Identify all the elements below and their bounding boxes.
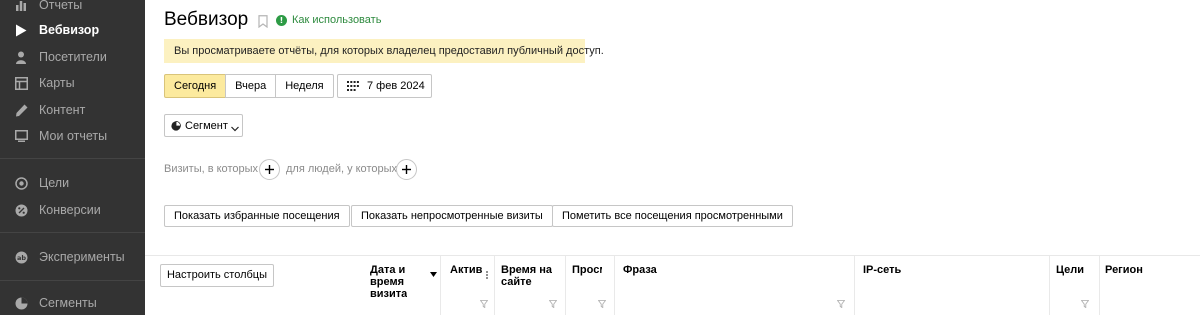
segment-label: Сегмент	[185, 119, 228, 132]
person-icon	[14, 50, 28, 64]
sidebar-divider	[0, 232, 145, 233]
period-week-button[interactable]: Неделя	[275, 74, 334, 98]
sidebar-item-webvisor[interactable]: Вебвизор	[0, 18, 145, 42]
column-header-label: IP-сеть	[863, 264, 902, 276]
sidebar-item-content[interactable]: Контент	[0, 98, 145, 122]
sidebar-item-experiments[interactable]: ab Эксперименты	[0, 245, 145, 269]
column-header-label: Цели	[1056, 264, 1085, 276]
mark-all-viewed-button[interactable]: Пометить все посещения просмотренными	[552, 205, 793, 227]
play-icon	[14, 23, 28, 37]
filter-icon[interactable]	[479, 295, 489, 309]
sidebar-item-label: Отчеты	[39, 0, 83, 12]
sidebar-item-segments[interactable]: Сегменты	[0, 291, 145, 315]
segment-dropdown[interactable]: Сегмент	[164, 114, 243, 137]
pencil-icon	[14, 103, 28, 117]
filter-icon[interactable]	[597, 295, 607, 309]
add-people-condition-button[interactable]	[396, 159, 417, 180]
sidebar-item-label: Цели	[39, 176, 70, 190]
period-selector: Сегодня Вчера Неделя	[164, 74, 334, 98]
help-link[interactable]: ! Как использовать	[276, 14, 381, 26]
monitor-icon	[14, 129, 28, 143]
conversion-icon	[14, 203, 28, 217]
column-header-line: сайте	[501, 276, 532, 288]
column-views[interactable]: Просм	[566, 256, 614, 315]
column-region[interactable]: Регион	[1100, 256, 1200, 315]
column-goals[interactable]: Цели	[1050, 256, 1099, 315]
show-unviewed-visits-button[interactable]: Показать непросмотренные визиты	[351, 205, 553, 227]
sidebar-item-label: Карты	[39, 76, 75, 90]
column-visit-time[interactable]: Дата и время визита	[364, 256, 440, 315]
filter-icon[interactable]	[1080, 295, 1090, 309]
calendar-icon	[347, 81, 359, 91]
svg-text:ab: ab	[16, 254, 25, 262]
column-phrase[interactable]: Фраза	[615, 256, 854, 315]
filter-icon[interactable]	[548, 295, 558, 309]
public-access-notice: Вы просматриваете отчёты, для которых вл…	[164, 39, 604, 63]
visits-filter-label: Визиты, в которых	[164, 163, 258, 175]
sidebar-item-label: Эксперименты	[39, 250, 125, 264]
period-today-button[interactable]: Сегодня	[164, 74, 227, 98]
column-header-line: время	[370, 276, 405, 288]
column-ip-network[interactable]: IP-сеть	[855, 256, 1049, 315]
sidebar-item-my-reports[interactable]: Мои отчеты	[0, 124, 145, 148]
chevron-down-icon	[230, 123, 239, 131]
sidebar-item-label: Вебвизор	[39, 23, 100, 37]
sidebar-item-reports[interactable]: Отчеты	[0, 0, 145, 17]
ab-icon: ab	[14, 250, 28, 264]
column-header-line: Дата и	[370, 264, 406, 276]
column-header-label: Время на сайте	[501, 264, 552, 288]
info-icon: !	[276, 14, 287, 26]
segment-pie-icon	[14, 296, 28, 310]
column-header-line: Время на	[501, 264, 553, 276]
target-icon	[14, 176, 28, 190]
date-picker-button[interactable]: 7 фев 2024	[337, 74, 432, 98]
plus-icon	[265, 161, 274, 179]
sidebar: Отчеты Вебвизор Посетители Карты Контент…	[0, 0, 145, 315]
help-link-label: Как использовать	[292, 14, 382, 26]
people-filter-label: для людей, у которых	[286, 163, 397, 175]
sort-desc-icon[interactable]	[430, 265, 437, 277]
main-content: Вебвизор ! Как использовать Вы просматри…	[145, 0, 1200, 315]
date-label: 7 фев 2024	[367, 80, 425, 92]
sidebar-item-visitors[interactable]: Посетители	[0, 45, 145, 69]
show-favorite-visits-button[interactable]: Показать избранные посещения	[164, 205, 350, 227]
period-yesterday-button[interactable]: Вчера	[225, 74, 277, 98]
column-header-label: Дата и время визита	[370, 264, 407, 300]
bar-chart-icon	[14, 0, 28, 12]
bookmark-icon[interactable]	[258, 15, 268, 29]
filter-icon[interactable]	[836, 295, 846, 309]
pie-chart-icon	[171, 120, 182, 131]
sidebar-item-conversions[interactable]: Конверсии	[0, 198, 145, 222]
sidebar-item-maps[interactable]: Карты	[0, 71, 145, 95]
sidebar-item-label: Сегменты	[39, 296, 97, 310]
sidebar-divider	[0, 280, 145, 281]
column-header-label: Регион	[1105, 264, 1143, 276]
sidebar-item-label: Конверсии	[39, 203, 101, 217]
add-visit-condition-button[interactable]	[259, 159, 280, 180]
plus-icon	[402, 161, 411, 179]
column-activity[interactable]: Актив	[441, 256, 494, 315]
sidebar-item-goals[interactable]: Цели	[0, 171, 145, 195]
column-header-label: Фраза	[623, 264, 657, 276]
column-header-line: визита	[370, 288, 408, 300]
column-time-on-site[interactable]: Время на сайте	[495, 256, 565, 315]
column-header-label: Просм	[572, 264, 602, 276]
sidebar-divider	[0, 158, 145, 159]
column-header-label: Актив	[450, 264, 482, 276]
sidebar-item-label: Посетители	[39, 50, 107, 64]
sidebar-item-label: Мои отчеты	[39, 129, 108, 143]
map-grid-icon	[14, 76, 28, 90]
configure-columns-button[interactable]: Настроить столбцы	[160, 264, 274, 287]
page-title: Вебвизор	[164, 9, 249, 30]
column-options-icon[interactable]	[486, 266, 488, 279]
sidebar-item-label: Контент	[39, 103, 86, 117]
